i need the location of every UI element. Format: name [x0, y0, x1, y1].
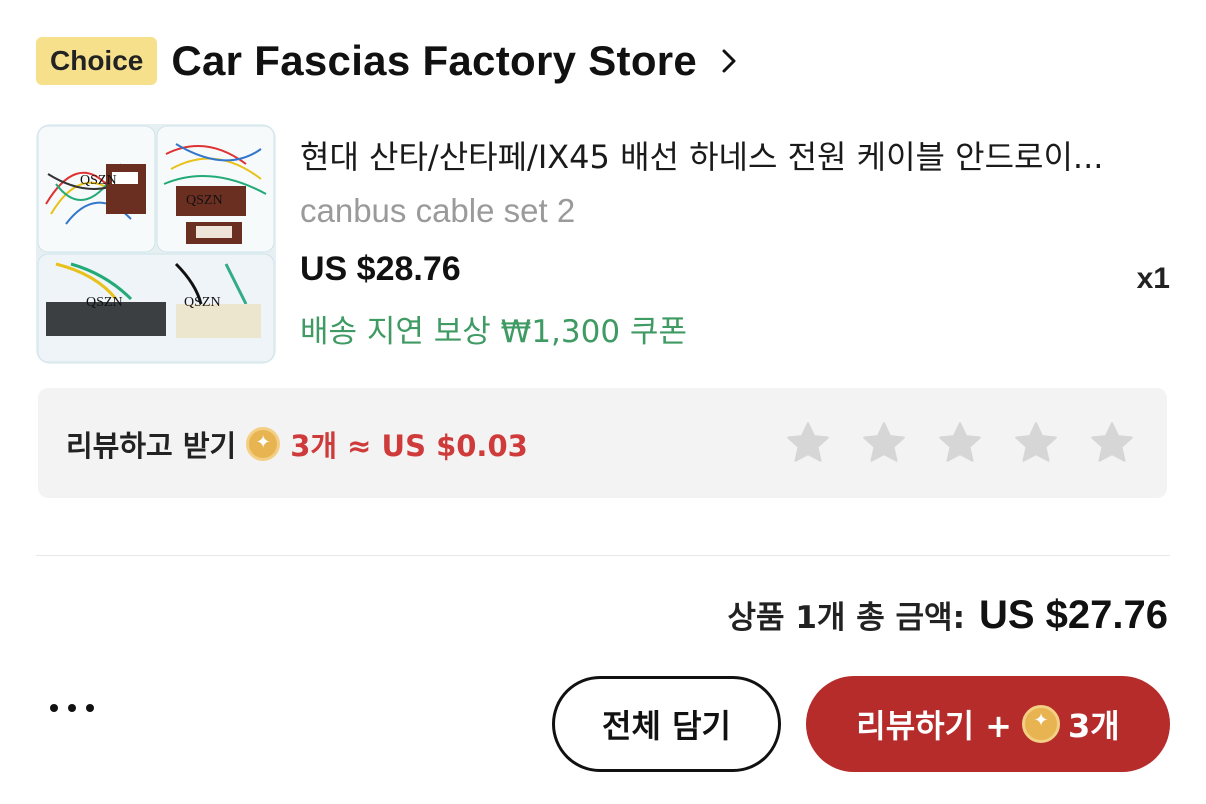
divider — [36, 555, 1170, 556]
star-icon[interactable] — [1011, 418, 1061, 468]
coin-icon — [246, 427, 281, 461]
more-dots-icon[interactable] — [50, 704, 94, 712]
star-icon[interactable] — [1087, 418, 1137, 468]
thumbnail-watermark: QSZN — [186, 193, 223, 208]
total-label: 상품 1개 총 금액: — [727, 600, 965, 636]
product-thumbnail[interactable]: QSZN QSZN QSZN QSZN — [36, 124, 276, 364]
product-quantity: x1 — [1136, 262, 1170, 295]
thumbnail-watermark: QSZN — [86, 295, 123, 310]
delay-coupon: 배송 지연 보상 ₩1,300 쿠폰 — [300, 314, 687, 350]
thumbnail-watermark: QSZN — [80, 173, 117, 188]
star-icon[interactable] — [935, 418, 985, 468]
review-button-count: 3개 — [1068, 707, 1120, 745]
review-reward: 3개 ≈ US $0.03 — [290, 429, 528, 463]
product-variant: canbus cable set 2 — [300, 192, 576, 229]
review-reward-panel: 리뷰하고 받기 3개 ≈ US $0.03 — [38, 388, 1167, 498]
choice-badge: Choice — [36, 37, 158, 85]
write-review-button[interactable]: 리뷰하기 + 3개 — [806, 676, 1170, 772]
coin-icon — [1022, 705, 1060, 743]
order-total: 상품 1개 총 금액: US $27.76 — [728, 592, 1169, 638]
star-icon[interactable] — [783, 418, 833, 468]
thumbnail-watermark: QSZN — [184, 295, 221, 310]
review-label: 리뷰하고 받기 — [66, 429, 237, 463]
store-header[interactable]: Choice Car Fascias Factory Store — [36, 36, 743, 86]
star-rating[interactable] — [783, 418, 1137, 468]
product-title[interactable]: 현대 산타/산타페/IX45 배선 하네스 전원 케이블 안드로이... — [300, 132, 1160, 178]
product-price: US $28.76 — [300, 250, 461, 288]
add-all-button[interactable]: 전체 담기 — [552, 676, 781, 772]
store-name[interactable]: Car Fascias Factory Store — [171, 37, 697, 85]
chevron-right-icon[interactable] — [715, 47, 743, 75]
total-amount: US $27.76 — [978, 593, 1168, 637]
review-button-label: 리뷰하기 + — [856, 707, 1012, 745]
star-icon[interactable] — [859, 418, 909, 468]
